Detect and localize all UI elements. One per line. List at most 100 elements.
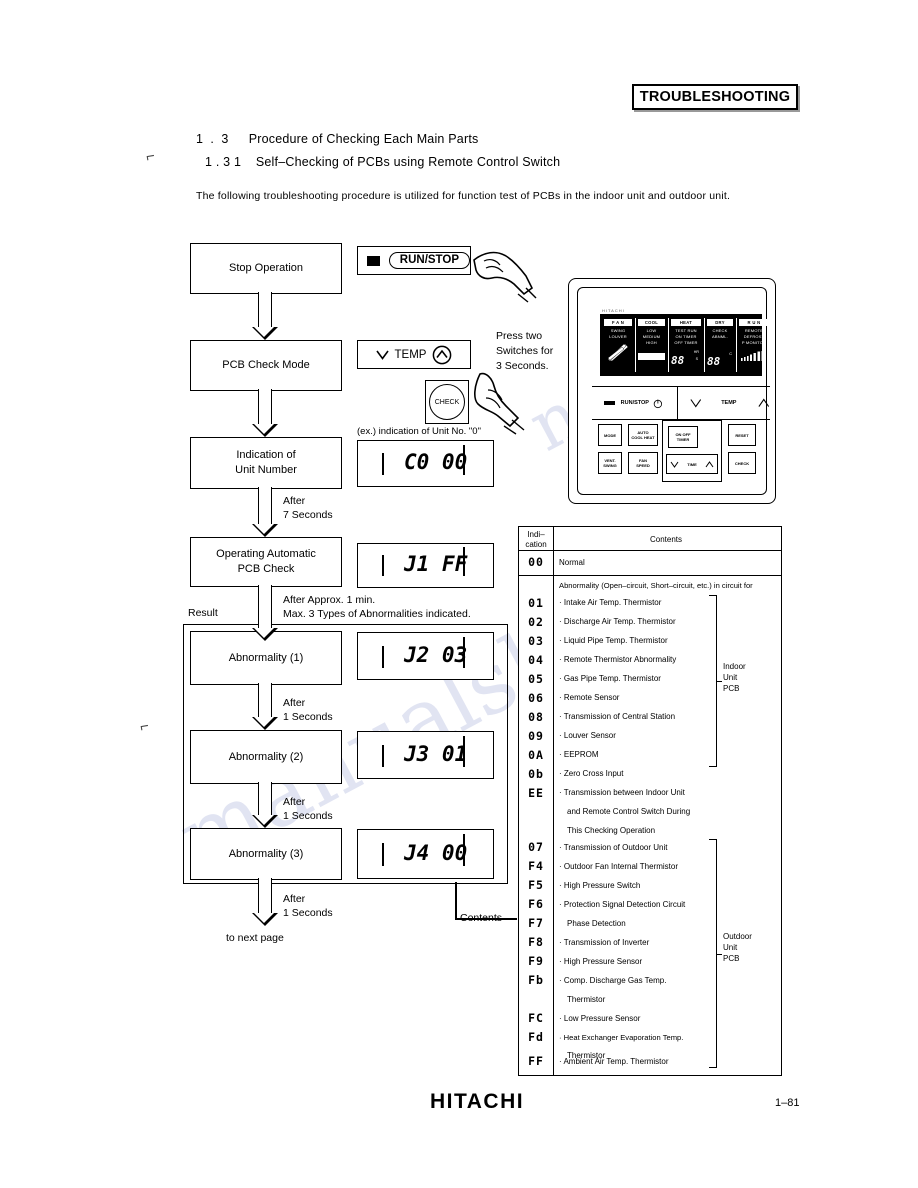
- lcd-timer-value: 88: [671, 353, 685, 367]
- timer-button[interactable]: ON OFF TIMER: [668, 426, 698, 448]
- lcd-abnormality-3: J4 00: [357, 829, 494, 879]
- run-stop-key-illustration[interactable]: RUN/STOP: [357, 246, 471, 275]
- check-button-label[interactable]: CHECK: [429, 384, 465, 420]
- table-row-divider: [519, 550, 781, 552]
- margin-mark: ⌐: [144, 147, 157, 166]
- table-item: · Louver Sensor: [559, 731, 616, 740]
- footer-brand: HITACHI: [430, 1090, 525, 1113]
- lcd-abnormality-2: J3 01: [357, 731, 494, 779]
- abnormality-heading: Abnormality (Open–circuit, Short–circuit…: [559, 581, 753, 590]
- press-two-switches-note: Press two Switches for 3 Seconds.: [496, 330, 554, 373]
- table-item: Phase Detection: [567, 919, 626, 928]
- note-after-1-second: After 1 Seconds: [283, 893, 333, 919]
- mode-button[interactable]: MODE: [598, 424, 622, 446]
- chevron-up-icon[interactable]: [705, 460, 714, 468]
- fan-speed-bar-icon: [638, 352, 665, 360]
- contents-link-label: Contents: [460, 912, 503, 924]
- flow-arrow: [252, 585, 278, 641]
- chevron-down-icon[interactable]: [690, 398, 702, 409]
- table-code: 04: [528, 653, 544, 667]
- lcd-value: C0 00: [404, 450, 468, 474]
- table-header-contents: Contents: [649, 535, 683, 544]
- flow-step-label: PCB Check: [237, 563, 295, 575]
- lcd-cell-run: R U N REMOTE DEFROST P MONITOR: [739, 319, 769, 372]
- temp-key-illustration[interactable]: TEMP: [357, 340, 471, 369]
- flow-arrow: [252, 878, 278, 926]
- flow-step-pcb-check-mode: PCB Check Mode: [190, 340, 342, 391]
- flow-step-label: Abnormality (1): [228, 651, 304, 664]
- indicator-lamp-icon: [604, 401, 615, 405]
- table-item: · Protection Signal Detection Circuit: [559, 900, 686, 909]
- table-code: 0b: [528, 767, 544, 781]
- table-code: 02: [528, 615, 544, 629]
- lcd-value: J2 03: [404, 643, 468, 667]
- indoor-group-bracket: [709, 595, 722, 767]
- flow-arrow: [252, 782, 278, 828]
- flow-step-label: Unit Number: [235, 464, 297, 476]
- flow-step-abnormality-3: Abnormality (3): [190, 828, 342, 880]
- note-after-1-second: After 1 Seconds: [283, 697, 333, 723]
- table-item: · Remote Thermistor Abnormality: [559, 655, 677, 664]
- remote-control-row: RUN/STOP TEMP: [592, 386, 770, 420]
- lcd-value: J1 FF: [404, 552, 468, 576]
- table-item: This Checking Operation: [567, 826, 656, 835]
- indication-code-table: Indi– cation Contents 00 Normal Abnormal…: [518, 526, 782, 1076]
- table-code: 03: [528, 634, 544, 648]
- lcd-cell-heat: HEAT TEST RUN ON TIMER OFF TIMER 88 HR S: [671, 319, 701, 367]
- flow-arrow: [252, 389, 278, 437]
- table-code: FF: [528, 1054, 544, 1068]
- table-code: 01: [528, 596, 544, 610]
- flow-step-indication-of-unit-number: Indication of Unit Number: [190, 437, 342, 489]
- check-key-illustration[interactable]: CHECK: [425, 380, 469, 424]
- remote-body: HITACHI F A N SWING LOUVER COOL LOW MEDI…: [577, 287, 770, 495]
- run-stop-label: RUN/STOP: [388, 252, 470, 269]
- table-item: · Remote Sensor: [559, 693, 620, 702]
- table-header-indication: Indi– cation: [525, 530, 547, 549]
- check-button[interactable]: CHECK: [728, 452, 756, 474]
- table-code: FC: [528, 1011, 544, 1025]
- chevron-up-icon[interactable]: [758, 398, 770, 409]
- margin-mark: ⌐: [138, 717, 151, 736]
- chevron-up-icon[interactable]: [432, 345, 452, 365]
- example-caption: (ex.) indication of Unit No. "0": [357, 426, 481, 437]
- table-code: Fb: [528, 973, 544, 987]
- run-stop-label[interactable]: RUN/STOP: [621, 400, 649, 406]
- note-after-7-seconds: After 7 Seconds: [283, 495, 333, 521]
- table-item: and Remote Control Switch During: [567, 807, 691, 816]
- table-item: Thermistor: [567, 995, 606, 1004]
- section-title: Procedure of Checking Each Main Parts: [248, 132, 479, 146]
- table-item: · Low Pressure Sensor: [559, 1014, 641, 1023]
- time-label: TIME: [687, 461, 697, 467]
- page-number: 1–81: [775, 1097, 800, 1109]
- note-after-approx-1-min: After Approx. 1 min. Max. 3 Types of Abn…: [283, 594, 471, 620]
- louver-blades-icon: [607, 344, 629, 362]
- chevron-down-icon[interactable]: [375, 350, 389, 360]
- section-heading: 1 . 3 Procedure of Checking Each Main Pa…: [196, 132, 478, 146]
- table-item: · High Pressure Switch: [559, 881, 641, 890]
- table-code: 07: [528, 840, 544, 854]
- auto-louver-button[interactable]: AUTO COOL HEAT: [628, 424, 658, 446]
- table-item: · Transmission of Central Station: [559, 712, 676, 721]
- lcd-cell-fan: F A N SWING LOUVER: [604, 319, 632, 372]
- time-adjust-row[interactable]: TIME: [666, 454, 718, 474]
- subsection-title: Self–Checking of PCBs using Remote Contr…: [255, 155, 561, 169]
- vent-swing-button[interactable]: VENT. SWING: [598, 452, 622, 474]
- manual-page: manualshi ne.com TROUBLESHOOTING 1 . 3 P…: [0, 0, 918, 1188]
- result-label: Result: [188, 607, 218, 619]
- table-item: · High Pressure Sensor: [559, 957, 643, 966]
- lcd-cell-dry: DRY CHECK ABNML. 88 C: [707, 319, 733, 369]
- power-icon[interactable]: [653, 398, 663, 409]
- pointing-hand-icon: [473, 251, 537, 303]
- table-code: Fd: [528, 1030, 544, 1044]
- table-item: · Heat Exchanger Evaporation Temp.: [559, 1033, 684, 1042]
- table-item: · Gas Pipe Temp. Thermistor: [559, 674, 661, 683]
- temp-label: TEMP: [721, 400, 737, 406]
- chevron-down-icon[interactable]: [670, 461, 679, 468]
- table-item: Normal: [559, 558, 585, 567]
- fan-speed-button[interactable]: FAN SPEED: [628, 452, 658, 474]
- table-code: 08: [528, 710, 544, 724]
- reset-button[interactable]: RESET: [728, 424, 756, 446]
- remote-lcd-panel: F A N SWING LOUVER COOL LOW MEDIUM HIGH …: [600, 314, 769, 376]
- table-item: · Transmission of Inverter: [559, 938, 650, 947]
- table-item: · EEPROM: [559, 750, 599, 759]
